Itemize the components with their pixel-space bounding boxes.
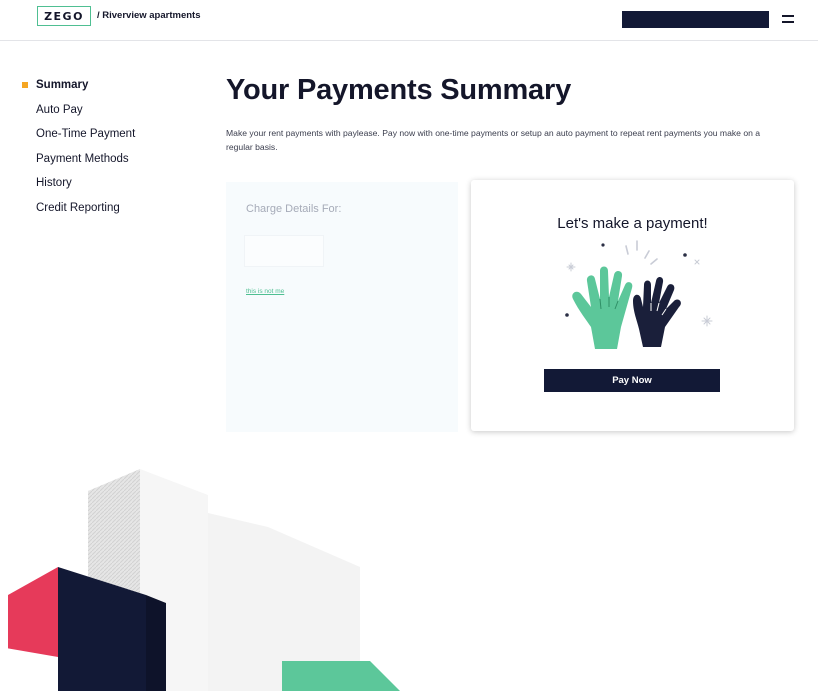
sidebar-item-history[interactable]: History <box>22 176 135 201</box>
sidebar-item-label: Payment Methods <box>36 152 129 165</box>
sidebar-item-label: Auto Pay <box>36 103 83 116</box>
breadcrumb: / Riverview apartments <box>97 10 201 21</box>
active-indicator-icon <box>22 82 28 88</box>
intro-text: Make your rent payments with paylease. P… <box>226 128 761 152</box>
high-five-hands-icon <box>565 240 713 349</box>
sidebar-item-credit-reporting[interactable]: Credit Reporting <box>22 201 135 226</box>
sidebar-item-one-time-payment[interactable]: One-Time Payment <box>22 127 135 152</box>
sidebar-item-payment-methods[interactable]: Payment Methods <box>22 152 135 177</box>
zego-logo[interactable]: ZEGO <box>37 6 91 26</box>
top-header: ZEGO / Riverview apartments <box>0 0 818 41</box>
pay-now-button[interactable]: Pay Now <box>544 369 720 392</box>
payment-card: Let's make a payment! Pay Now <box>471 180 794 431</box>
payment-card-title: Let's make a payment! <box>557 215 708 232</box>
charge-details-title: Charge Details For: <box>246 203 342 215</box>
not-me-link[interactable]: this is not me <box>246 288 284 295</box>
sidebar-item-label: Summary <box>36 79 89 91</box>
sidebar-item-auto-pay[interactable]: Auto Pay <box>22 103 135 128</box>
charge-details-card: Charge Details For: this is not me <box>226 182 458 432</box>
sidebar-item-label: History <box>36 177 72 189</box>
sidebar-item-summary[interactable]: Summary <box>22 78 135 103</box>
buildings-illustration <box>0 469 400 691</box>
hamburger-menu-icon[interactable] <box>782 15 794 25</box>
sidebar-item-label: One-Time Payment <box>36 128 136 140</box>
sidebar-item-label: Credit Reporting <box>36 201 120 214</box>
page-title: Your Payments Summary <box>226 74 572 106</box>
sidebar-nav: Summary Auto Pay One-Time Payment Paymen… <box>22 78 135 225</box>
account-bar[interactable] <box>622 11 769 28</box>
charge-details-placeholder <box>244 235 324 267</box>
